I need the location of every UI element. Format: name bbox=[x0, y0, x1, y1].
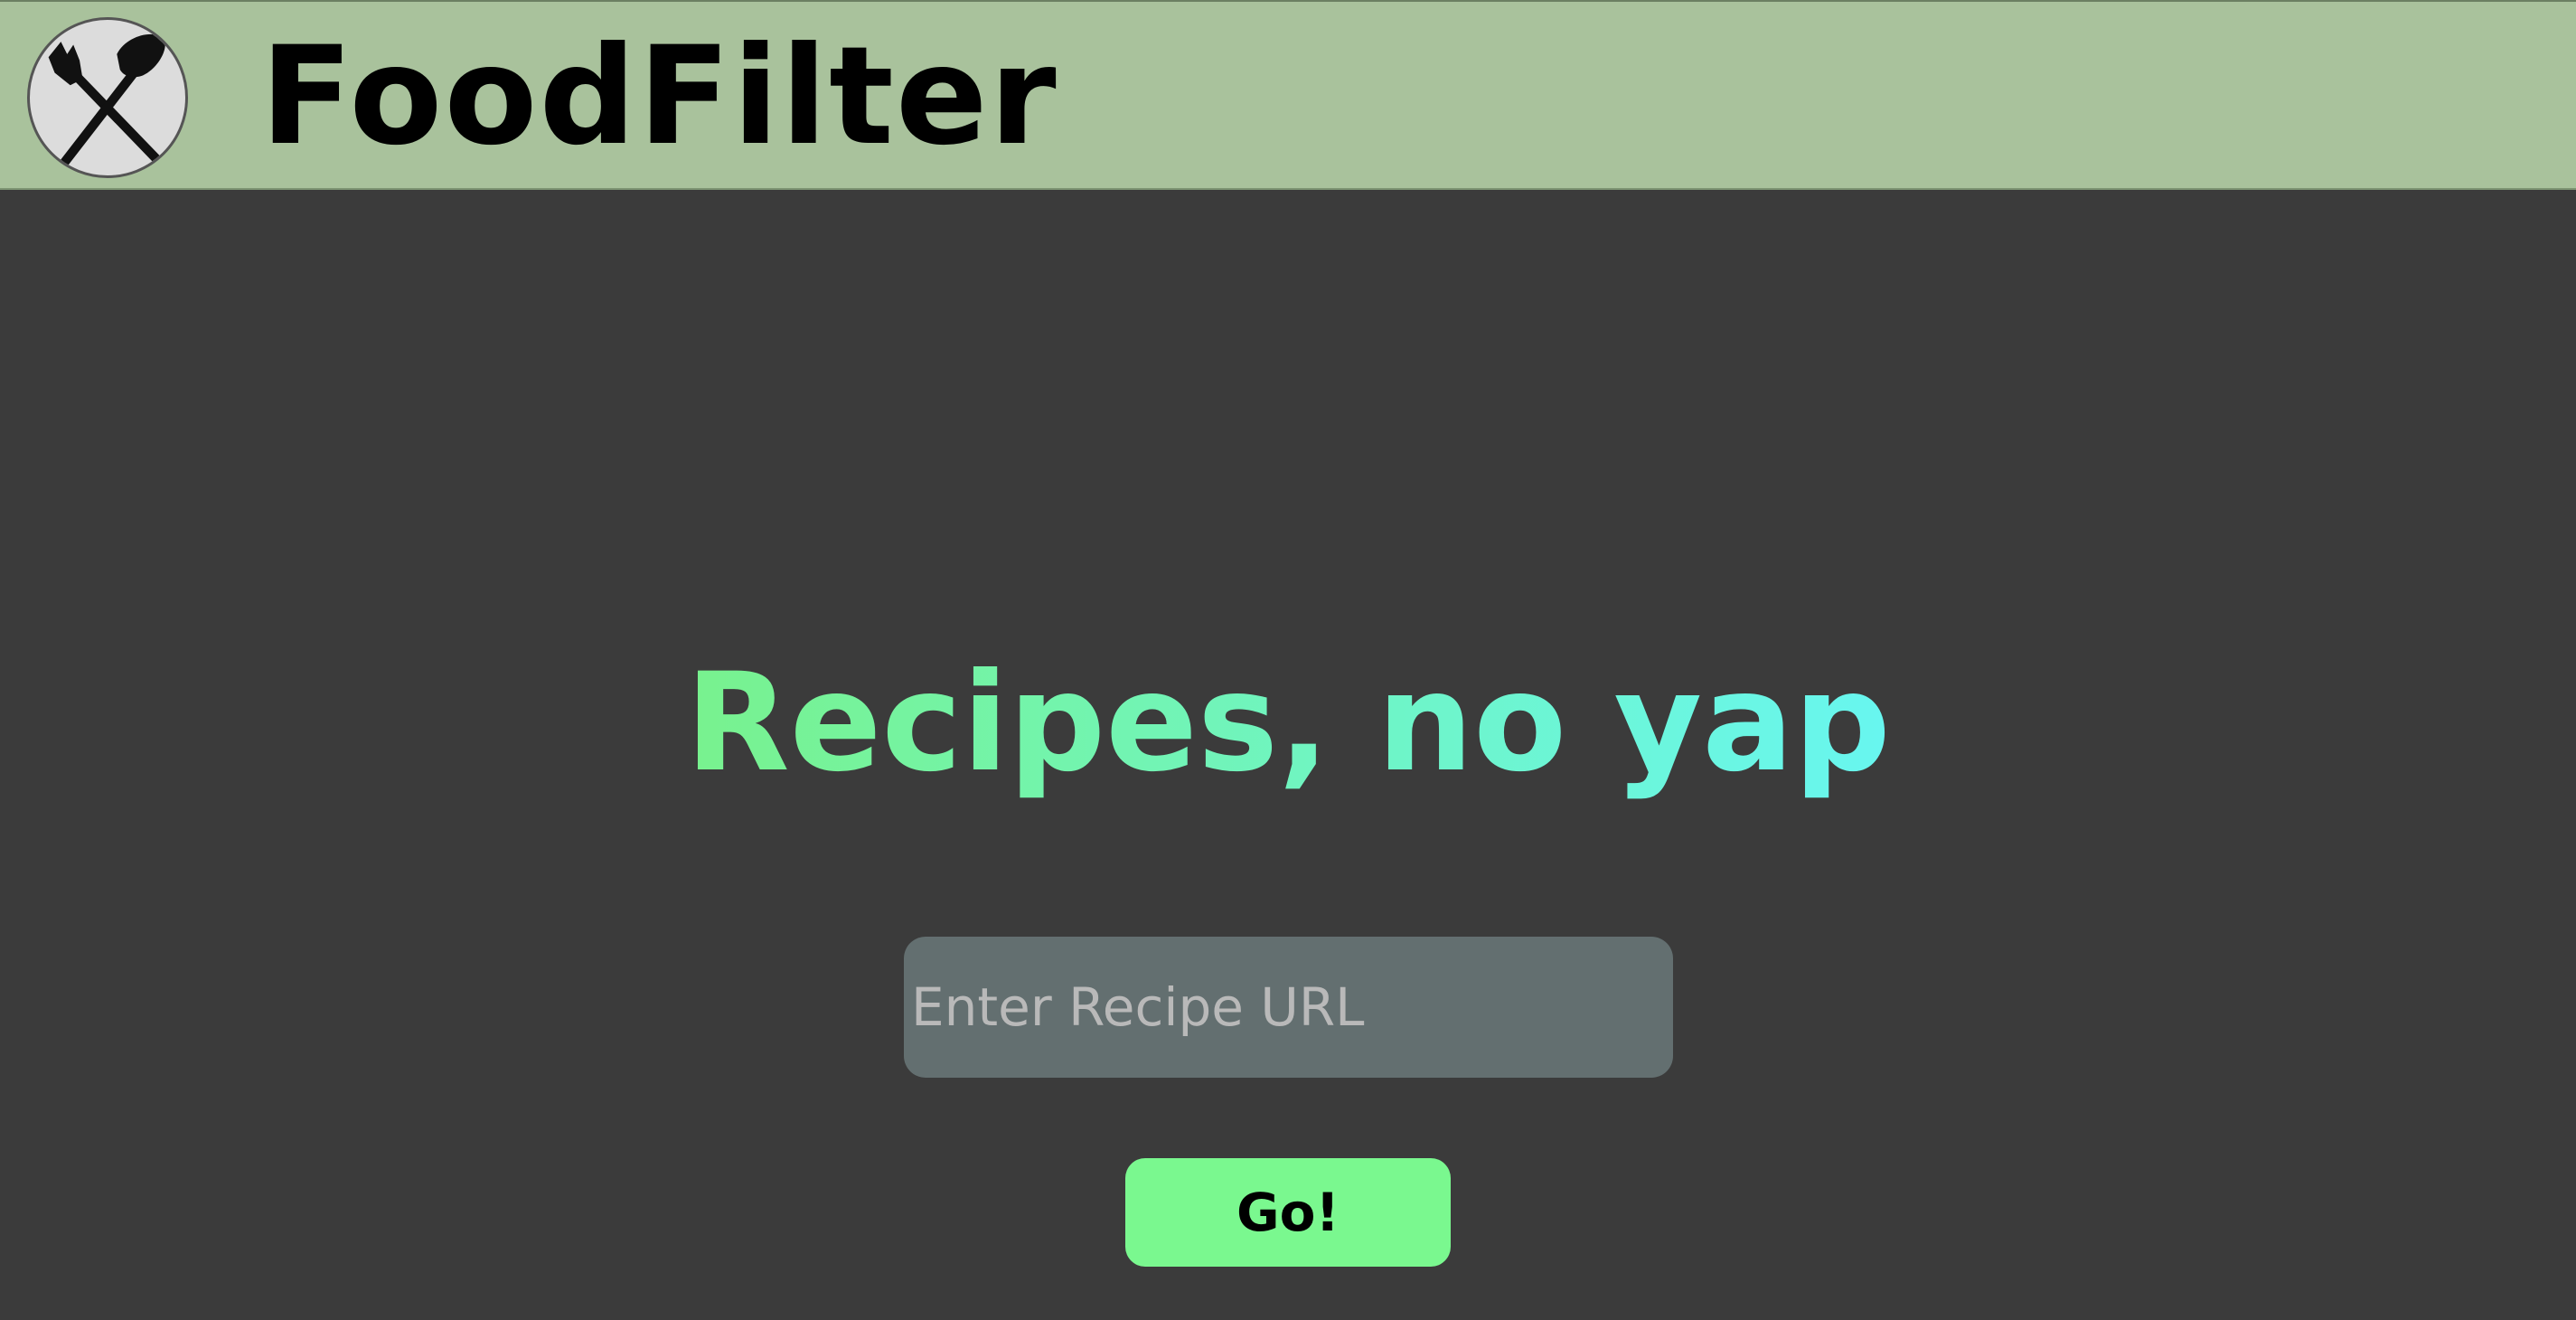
fork-and-spatula-icon[interactable] bbox=[27, 17, 188, 178]
hero-headline-text: Recipes, no yap bbox=[685, 645, 1891, 802]
recipe-url-input[interactable] bbox=[904, 937, 1673, 1078]
hero-headline: Recipes, no yap bbox=[0, 642, 2576, 805]
brand-title: FoodFilter bbox=[260, 18, 1058, 175]
top-header: FoodFilter bbox=[0, 0, 2576, 190]
go-button[interactable]: Go! bbox=[1125, 1158, 1451, 1267]
